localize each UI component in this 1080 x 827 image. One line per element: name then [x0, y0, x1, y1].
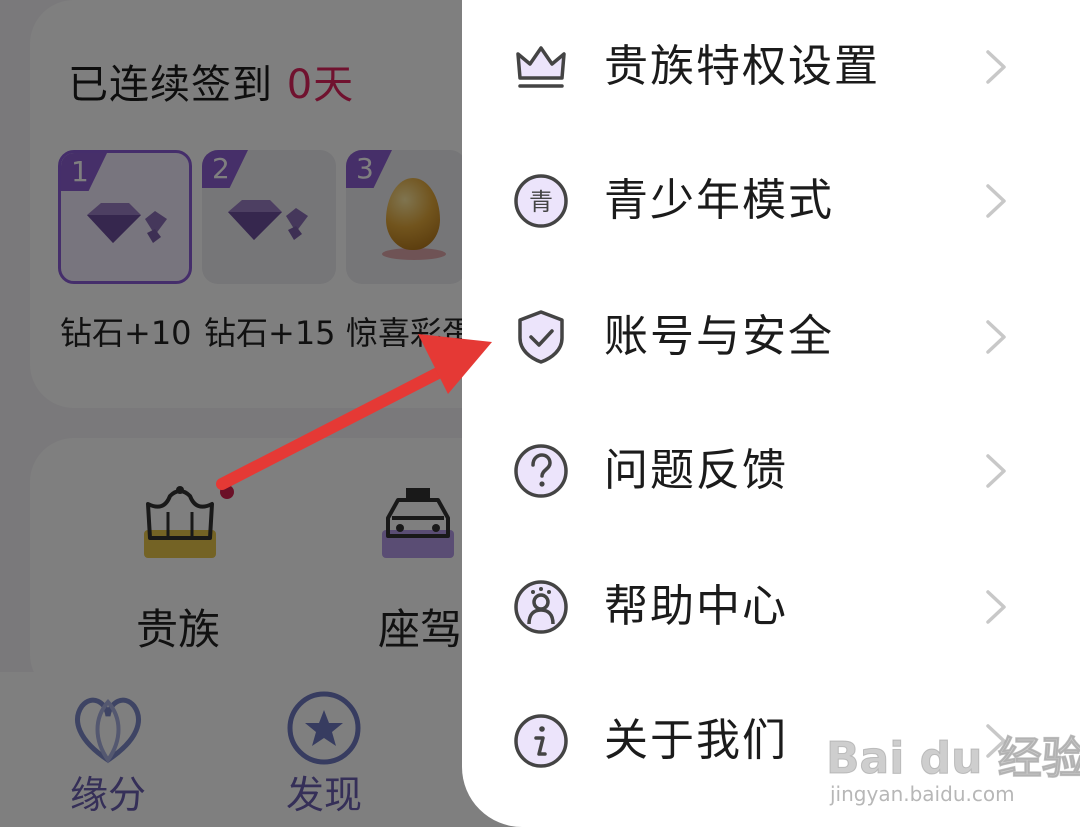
- menu-item-youth-mode[interactable]: 青 青少年模式: [462, 134, 1080, 268]
- baidu-jingyan-watermark: Bai du 经验 jingyan.baidu.com: [826, 712, 1080, 812]
- menu-item-noble-privilege[interactable]: 贵族特权设置: [462, 0, 1080, 134]
- youth-mode-icon: 青: [514, 174, 568, 228]
- watermark-url: jingyan.baidu.com: [830, 782, 1015, 806]
- menu-item-label: 关于我们: [604, 715, 788, 766]
- chevron-right-icon: [986, 454, 1006, 488]
- chevron-right-icon: [986, 50, 1006, 84]
- crown-icon: [516, 46, 566, 88]
- menu-item-label: 青少年模式: [604, 175, 834, 226]
- watermark-logo: Bai du 经验: [826, 733, 1080, 785]
- chevron-right-icon: [986, 590, 1006, 624]
- menu-item-feedback[interactable]: 问题反馈: [462, 404, 1080, 538]
- info-icon: [514, 714, 568, 768]
- question-icon: [514, 444, 568, 498]
- menu-item-label: 贵族特权设置: [604, 41, 880, 92]
- chevron-right-icon: [986, 320, 1006, 354]
- chevron-right-icon: [986, 184, 1006, 218]
- menu-item-label: 账号与安全: [604, 311, 834, 362]
- menu-item-label: 问题反馈: [604, 445, 788, 496]
- help-person-icon: [514, 580, 568, 634]
- menu-item-help-center[interactable]: 帮助中心: [462, 540, 1080, 674]
- settings-drawer: 贵族特权设置 青 青少年模式 账号与安全 问题反馈 帮助中心 关于我们: [462, 0, 1080, 827]
- menu-item-label: 帮助中心: [604, 581, 788, 632]
- menu-item-account-security[interactable]: 账号与安全: [462, 270, 1080, 404]
- shield-check-icon: [518, 310, 564, 364]
- svg-text:青: 青: [529, 188, 553, 216]
